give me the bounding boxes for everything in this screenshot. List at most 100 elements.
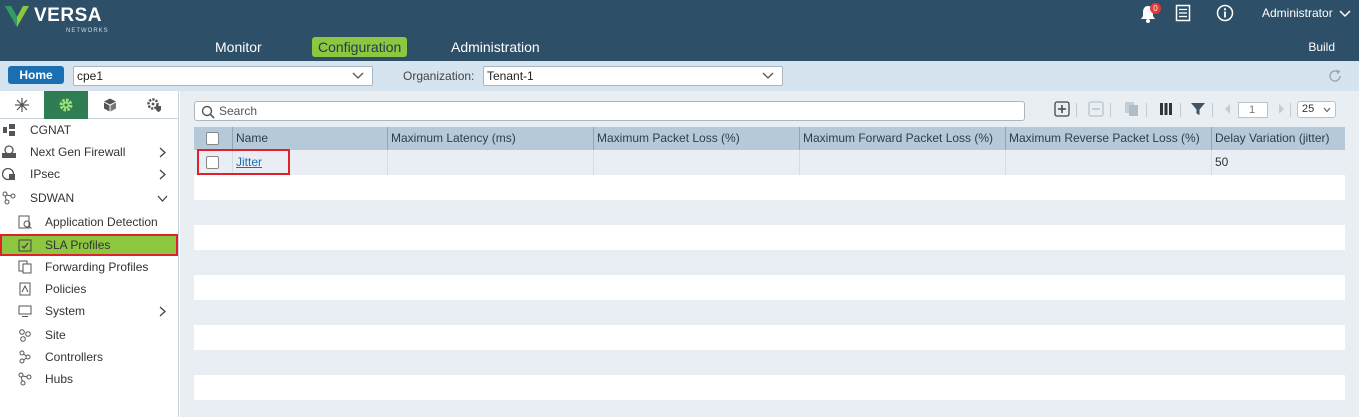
organization-label: Organization: bbox=[403, 69, 475, 83]
empty-row bbox=[194, 200, 1345, 225]
chevron-down-icon bbox=[157, 195, 168, 202]
sidebar-item-label: SLA Profiles bbox=[45, 238, 111, 252]
ipsec-icon bbox=[2, 167, 15, 181]
refresh-icon[interactable] bbox=[1327, 68, 1343, 84]
column-header-max-forward-loss[interactable]: Maximum Forward Packet Loss (%) bbox=[800, 127, 1006, 150]
versa-logo[interactable]: VERSA NETWORKS bbox=[4, 3, 114, 34]
nav-configuration[interactable]: Configuration bbox=[312, 37, 408, 57]
cell-max-packet-loss bbox=[594, 150, 800, 175]
sidebar-item-label: IPsec bbox=[30, 167, 61, 181]
highlight-annotation bbox=[197, 149, 290, 175]
tab-network[interactable] bbox=[0, 91, 44, 119]
sidebar-item-sdwan[interactable]: SDWAN bbox=[0, 187, 178, 209]
sidebar-item-sla-profiles[interactable]: SLA Profiles bbox=[0, 234, 178, 256]
empty-row bbox=[194, 375, 1345, 400]
delete-icon[interactable] bbox=[1088, 101, 1104, 117]
policies-icon bbox=[19, 282, 31, 296]
column-header-delay-variation[interactable]: Delay Variation (jitter) bbox=[1212, 127, 1345, 150]
nav-monitor[interactable]: Monitor bbox=[215, 37, 262, 57]
sidebar-item-site[interactable]: Site bbox=[0, 324, 178, 346]
empty-row bbox=[194, 275, 1345, 300]
sdwan-icon bbox=[2, 191, 16, 205]
user-menu[interactable]: Administrator bbox=[1262, 6, 1351, 20]
sidebar: CGNAT Next Gen Firewall IPsec SDWAN Appl… bbox=[0, 91, 179, 417]
tab-objects[interactable] bbox=[88, 91, 132, 119]
sidebar-item-controllers[interactable]: Controllers bbox=[0, 346, 178, 368]
brand-name: VERSA bbox=[34, 5, 102, 26]
sidebar-item-label: System bbox=[45, 304, 86, 318]
column-header-name[interactable]: Name bbox=[233, 127, 388, 150]
page-size-select[interactable]: 25 bbox=[1297, 101, 1336, 118]
cube-icon bbox=[104, 98, 116, 112]
sidebar-item-ipsec[interactable]: IPsec bbox=[0, 163, 178, 185]
network-icon bbox=[15, 98, 29, 112]
build-link[interactable]: Build bbox=[1308, 40, 1335, 54]
column-header-max-reverse-loss[interactable]: Maximum Reverse Packet Loss (%) bbox=[1006, 127, 1212, 150]
filter-icon[interactable] bbox=[1190, 101, 1206, 117]
empty-row bbox=[194, 175, 1345, 200]
sidebar-item-application-detection[interactable]: Application Detection bbox=[0, 211, 178, 233]
sidebar-item-label: SDWAN bbox=[30, 191, 75, 205]
gear-shield-icon bbox=[147, 98, 161, 112]
empty-row bbox=[194, 300, 1345, 325]
clone-icon[interactable] bbox=[1124, 101, 1140, 117]
home-button[interactable]: Home bbox=[8, 66, 64, 84]
table-row[interactable]: Jitter 50 bbox=[194, 150, 1345, 175]
hubs-icon bbox=[18, 372, 32, 386]
device-select-value: cpe1 bbox=[77, 69, 104, 83]
brand-subtitle: NETWORKS bbox=[66, 28, 109, 34]
empty-row bbox=[194, 400, 1345, 417]
sidebar-item-label: Application Detection bbox=[45, 215, 158, 229]
sidebar-item-next-gen-firewall[interactable]: Next Gen Firewall bbox=[0, 141, 178, 163]
sidebar-item-label: Next Gen Firewall bbox=[30, 145, 126, 159]
chevron-right-icon bbox=[159, 169, 166, 180]
next-page-icon[interactable] bbox=[1273, 101, 1289, 117]
device-select[interactable]: cpe1 bbox=[73, 66, 373, 86]
tasks-icon[interactable] bbox=[1175, 4, 1191, 22]
table-header: Name Maximum Latency (ms) Maximum Packet… bbox=[194, 127, 1345, 150]
tab-services[interactable] bbox=[132, 91, 176, 119]
toolbar-divider bbox=[1212, 103, 1213, 117]
chevron-down-icon bbox=[1339, 10, 1351, 17]
system-icon bbox=[18, 305, 32, 317]
cell-max-latency bbox=[388, 150, 594, 175]
add-icon[interactable] bbox=[1054, 101, 1070, 117]
page-size-value: 25 bbox=[1302, 103, 1315, 115]
info-icon[interactable] bbox=[1216, 4, 1234, 22]
nav-administration[interactable]: Administration bbox=[451, 37, 540, 57]
toolbar-divider bbox=[1290, 103, 1291, 117]
sidebar-item-hubs[interactable]: Hubs bbox=[0, 368, 178, 390]
search-box[interactable] bbox=[194, 101, 1025, 121]
organization-select-value: Tenant-1 bbox=[487, 69, 534, 83]
sidebar-item-cgnat[interactable]: CGNAT bbox=[0, 119, 178, 141]
empty-row bbox=[194, 250, 1345, 275]
column-header-max-latency[interactable]: Maximum Latency (ms) bbox=[388, 127, 594, 150]
sidebar-item-label: Hubs bbox=[45, 372, 74, 386]
search-input[interactable] bbox=[219, 103, 1019, 119]
tab-configuration[interactable] bbox=[44, 91, 88, 119]
sidebar-tabs bbox=[0, 91, 178, 119]
empty-row bbox=[194, 325, 1345, 350]
chevron-right-icon bbox=[159, 147, 166, 158]
chevron-down-icon bbox=[352, 72, 364, 79]
select-all-checkbox[interactable] bbox=[206, 132, 219, 145]
cgnat-icon bbox=[3, 124, 15, 136]
sidebar-item-label: Controllers bbox=[45, 350, 104, 364]
site-icon bbox=[19, 329, 31, 342]
toolbar-divider bbox=[1076, 103, 1077, 117]
organization-select[interactable]: Tenant-1 bbox=[483, 66, 783, 86]
sidebar-item-policies[interactable]: Policies bbox=[0, 278, 178, 300]
column-header-max-packet-loss[interactable]: Maximum Packet Loss (%) bbox=[594, 127, 800, 150]
sidebar-item-label: Site bbox=[45, 328, 66, 342]
page-number-input[interactable]: 1 bbox=[1238, 102, 1268, 118]
columns-icon[interactable] bbox=[1158, 101, 1174, 117]
sidebar-item-forwarding-profiles[interactable]: Forwarding Profiles bbox=[0, 256, 178, 278]
sla-profile-icon bbox=[18, 239, 32, 252]
sidebar-item-label: Policies bbox=[45, 282, 87, 296]
sidebar-item-system[interactable]: System bbox=[0, 300, 178, 322]
notification-badge: 0 bbox=[1150, 3, 1161, 14]
previous-page-icon[interactable] bbox=[1220, 101, 1236, 117]
empty-row bbox=[194, 225, 1345, 250]
gear-icon bbox=[59, 98, 73, 112]
firewall-icon bbox=[2, 145, 16, 158]
